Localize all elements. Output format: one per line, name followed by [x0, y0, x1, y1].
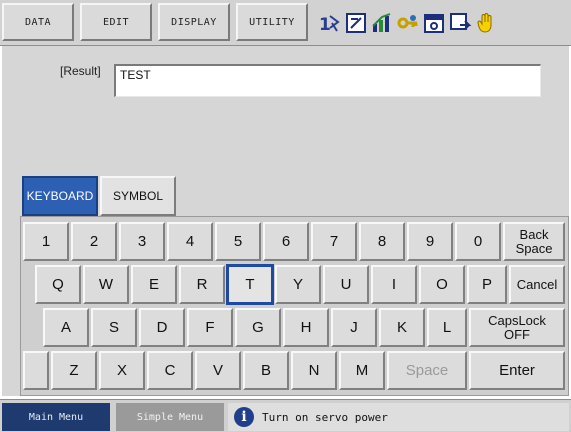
blank-key[interactable]: [23, 351, 49, 390]
key-4[interactable]: 4: [167, 222, 213, 261]
status-message: Turn on servo power: [262, 410, 388, 424]
keyboard-tab[interactable]: KEYBOARD: [22, 176, 98, 216]
chart-icon: [370, 10, 394, 36]
key-d[interactable]: D: [139, 308, 185, 347]
symbol-tab[interactable]: SYMBOL: [100, 176, 176, 216]
capslock-state: OFF: [504, 326, 530, 342]
main-panel: [Result] TEST KEYBOARD SYMBOL 1 2 3 4 5 …: [2, 46, 569, 396]
keyboard-panel: 1 2 3 4 5 6 7 8 9 0 Back Space Q W E R T…: [20, 216, 569, 396]
menu-edit[interactable]: EDIT: [80, 3, 152, 41]
key-o[interactable]: O: [419, 265, 465, 304]
backspace-label-line2: Space: [515, 240, 553, 256]
key-6[interactable]: 6: [263, 222, 309, 261]
cancel-key[interactable]: Cancel: [509, 265, 565, 304]
key-b[interactable]: B: [243, 351, 289, 390]
backspace-key[interactable]: Back Space: [503, 222, 565, 261]
key-s[interactable]: S: [91, 308, 137, 347]
capslock-label-line1: CapsLock: [488, 312, 546, 328]
key-p[interactable]: P: [467, 265, 507, 304]
key-u[interactable]: U: [323, 265, 369, 304]
key-i[interactable]: I: [371, 265, 417, 304]
calendar-icon: [422, 10, 446, 36]
key-m[interactable]: M: [339, 351, 385, 390]
main-menu-button[interactable]: Main Menu: [2, 403, 110, 431]
key-g[interactable]: G: [235, 308, 281, 347]
key-v[interactable]: V: [195, 351, 241, 390]
key-j[interactable]: J: [331, 308, 377, 347]
key-y[interactable]: Y: [275, 265, 321, 304]
menu-display[interactable]: DISPLAY: [158, 3, 230, 41]
key-w[interactable]: W: [83, 265, 129, 304]
key-9[interactable]: 9: [407, 222, 453, 261]
svg-text:1: 1: [319, 15, 331, 35]
backspace-label-line1: Back: [519, 226, 549, 242]
key-q[interactable]: Q: [35, 265, 81, 304]
key-0[interactable]: 0: [455, 222, 501, 261]
key-t[interactable]: T: [226, 264, 274, 305]
simple-menu-button[interactable]: Simple Menu: [116, 403, 224, 431]
save-icon: [448, 10, 472, 36]
result-label: [Result]: [60, 64, 101, 78]
key-z[interactable]: Z: [51, 351, 97, 390]
step-mode-icon: 1: [318, 10, 342, 36]
capslock-key[interactable]: CapsLock OFF: [469, 308, 565, 347]
key-5[interactable]: 5: [215, 222, 261, 261]
key-n[interactable]: N: [291, 351, 337, 390]
key-icon: [396, 10, 420, 36]
key-c[interactable]: C: [147, 351, 193, 390]
key-3[interactable]: 3: [119, 222, 165, 261]
key-h[interactable]: H: [283, 308, 329, 347]
key-x[interactable]: X: [99, 351, 145, 390]
key-f[interactable]: F: [187, 308, 233, 347]
top-menu-bar: DATA EDIT DISPLAY UTILITY 1: [0, 0, 571, 46]
space-key[interactable]: Space: [387, 351, 467, 390]
key-l[interactable]: L: [427, 308, 467, 347]
status-icons: 1: [318, 5, 498, 41]
key-1[interactable]: 1: [23, 222, 69, 261]
bottom-bar: Main Menu Simple Menu i Turn on servo po…: [0, 399, 571, 432]
key-r[interactable]: R: [179, 265, 225, 304]
key-e[interactable]: E: [131, 265, 177, 304]
info-icon: i: [234, 407, 254, 427]
key-k[interactable]: K: [379, 308, 425, 347]
key-a[interactable]: A: [43, 308, 89, 347]
key-7[interactable]: 7: [311, 222, 357, 261]
hand-icon: [474, 10, 498, 36]
menu-data[interactable]: DATA: [2, 3, 74, 41]
edit-sheet-icon: [344, 10, 368, 36]
key-8[interactable]: 8: [359, 222, 405, 261]
message-area: i Turn on servo power: [228, 403, 569, 431]
menu-utility[interactable]: UTILITY: [236, 3, 308, 41]
key-2[interactable]: 2: [71, 222, 117, 261]
result-field[interactable]: TEST: [114, 64, 541, 97]
enter-key[interactable]: Enter: [469, 351, 565, 390]
